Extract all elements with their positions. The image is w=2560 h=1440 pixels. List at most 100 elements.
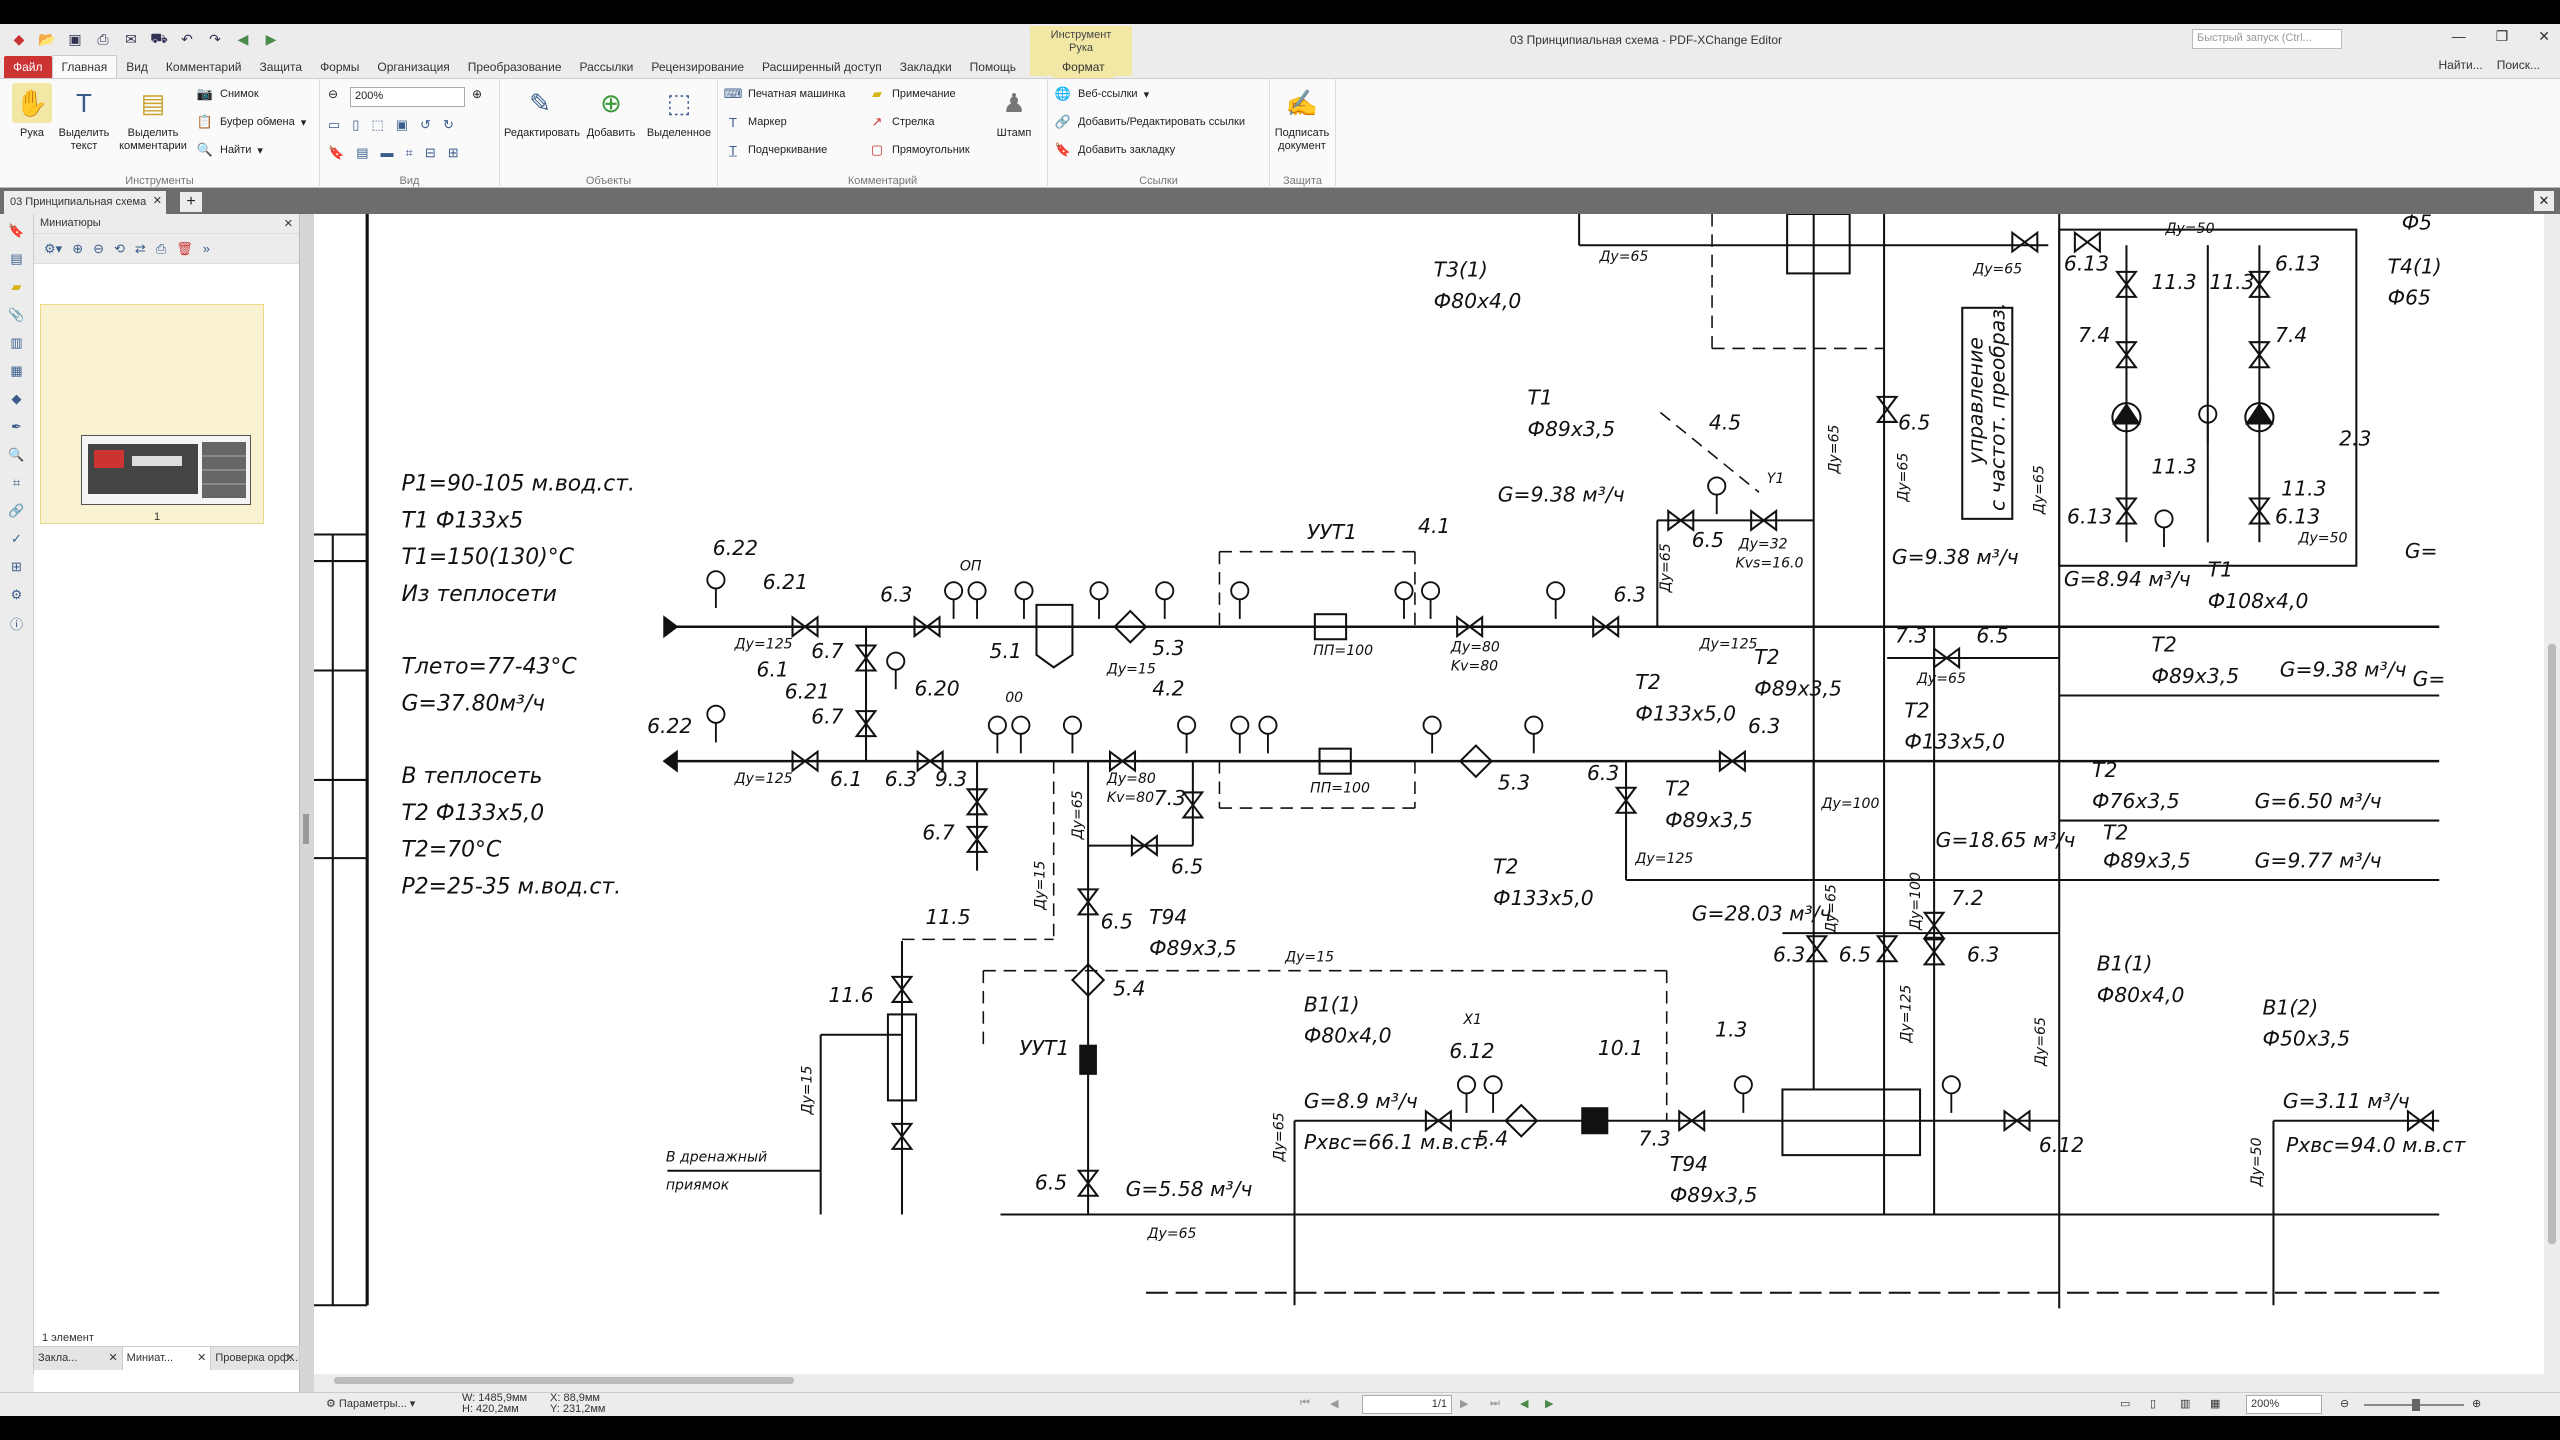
nav-back-icon[interactable]: ◀ (1520, 1397, 1528, 1410)
stamp-button[interactable]: ♟ Штамп (986, 83, 1042, 140)
forward-icon[interactable]: ▶ (260, 29, 282, 49)
parameters-button[interactable]: ⚙ Параметры... ▾ (326, 1397, 415, 1410)
tab-file[interactable]: Файл (4, 56, 52, 78)
tab-review[interactable]: Рецензирование (642, 56, 753, 78)
back-icon[interactable]: ◀ (232, 29, 254, 49)
search-button[interactable]: Поиск... (2497, 58, 2540, 72)
close-spellcheck-tab-icon[interactable]: ✕ (286, 1351, 295, 1364)
arrow-button[interactable]: ↗ Стрелка (868, 111, 935, 133)
tab-organize[interactable]: Организация (368, 56, 458, 78)
tab-help[interactable]: Помощь (961, 56, 1025, 78)
delete-page-icon[interactable]: 🗑 (176, 241, 193, 257)
thumbnails-pane-icon[interactable]: ▤ (6, 248, 28, 270)
quick-launch-input[interactable]: Быстрый запуск (Ctrl... (2192, 29, 2342, 49)
horizontal-scrollbar[interactable] (314, 1374, 2544, 1388)
new-tab-button[interactable]: + (180, 192, 202, 212)
horizontal-scroll-thumb[interactable] (334, 1377, 794, 1384)
facing-icon[interactable]: ▥ (2180, 1397, 2190, 1410)
tab-view[interactable]: Вид (117, 56, 157, 78)
open-icon[interactable]: 📂 (36, 29, 58, 49)
scan-icon[interactable]: ⛟ (148, 29, 170, 49)
zoom-in-thumb-icon[interactable]: ⊕ (72, 241, 83, 257)
document-canvas[interactable]: P1=90-105 м.вод.ст. T1 Ф133x5 T1=150(130)°… (314, 214, 2544, 1374)
select-comments-button[interactable]: ▤ Выделить комментарии (118, 83, 188, 153)
close-tab-icon[interactable]: ✕ (153, 194, 162, 207)
tab-bookmarks-panel[interactable]: Закла... ✕ (34, 1347, 123, 1370)
find-button[interactable]: Найти... (2438, 58, 2482, 72)
selected-button[interactable]: ⬚ Выделенное (644, 83, 714, 140)
hand-tool-button[interactable]: ✋ Рука (4, 83, 60, 140)
layers-pane-icon[interactable]: ◆ (6, 388, 28, 410)
zoom-slider-knob[interactable] (2412, 1399, 2420, 1411)
print-icon[interactable]: ⎙ (92, 29, 114, 49)
cover-icon[interactable]: ▦ (2210, 1397, 2220, 1410)
tab-comment[interactable]: Комментарий (157, 56, 251, 78)
comments-pane-icon[interactable]: ▰ (6, 276, 28, 298)
last-page-icon[interactable]: ⏭ (1490, 1397, 1500, 1410)
tags-pane-icon[interactable]: ⌗ (6, 472, 28, 494)
rotate-left-icon[interactable]: ↺ (420, 117, 431, 133)
edit-button[interactable]: ✎ Редактировать (504, 83, 580, 140)
add-button[interactable]: ⊕ Добавить (578, 83, 644, 140)
highlight-icon[interactable]: ▬ (380, 145, 393, 161)
single-page-icon[interactable]: ▭ (2120, 1397, 2130, 1410)
continuous-icon[interactable]: ▯ (2150, 1397, 2156, 1410)
next-page-icon[interactable]: ▶ (1460, 1397, 1468, 1410)
panel-splitter[interactable] (300, 214, 314, 1394)
properties-pane-icon[interactable]: ⚙ (6, 584, 28, 606)
snapshot-button[interactable]: 📷 Снимок (196, 83, 259, 105)
more-icon[interactable]: » (203, 241, 210, 256)
vertical-scroll-thumb[interactable] (2548, 644, 2556, 1244)
print-thumb-icon[interactable]: ⎙ (156, 241, 166, 257)
layout-icon[interactable]: ▤ (356, 145, 368, 161)
tab-format[interactable]: Формат (1053, 56, 1114, 78)
tab-bookmarks[interactable]: Закладки (891, 56, 961, 78)
web-links-button[interactable]: 🌐 Веб-ссылки ▾ (1054, 83, 1149, 105)
tab-spellcheck-panel[interactable]: Проверка орф... ✕ (211, 1347, 301, 1370)
actual-size-icon[interactable]: ▣ (396, 117, 408, 133)
replace-pages-icon[interactable]: ⇄ (135, 241, 146, 257)
vertical-scrollbar[interactable] (2544, 214, 2560, 1374)
grid-icon[interactable]: ⊞ (448, 145, 459, 161)
find-tool-button[interactable]: 🔍 Найти ▾ (196, 139, 263, 161)
links-pane-icon[interactable]: 🔗 (6, 500, 28, 522)
spellcheck-pane-icon[interactable]: ✓ (6, 528, 28, 550)
app-logo-icon[interactable]: ◆ (8, 29, 30, 49)
fit-page-icon[interactable]: ▯ (352, 117, 359, 133)
zoom-in-icon[interactable]: ⊕ (472, 87, 482, 101)
search-pane-icon[interactable]: 🔍 (6, 444, 28, 466)
tab-home[interactable]: Главная (51, 55, 118, 78)
select-text-button[interactable]: T Выделить текст (56, 83, 112, 153)
settings-icon[interactable]: ⚙▾ (44, 241, 62, 257)
close-icon[interactable]: ✕ (2538, 28, 2550, 45)
minimize-icon[interactable]: — (2452, 28, 2466, 45)
page-number-input[interactable]: 1/1 (1362, 1395, 1452, 1414)
note-button[interactable]: ▰ Примечание (868, 83, 956, 105)
status-zoom-select[interactable]: 200% (2246, 1395, 2322, 1414)
fit-width-icon[interactable]: ⬚ (371, 117, 383, 133)
zoom-slider[interactable] (2364, 1399, 2464, 1411)
tab-thumbnails-panel[interactable]: Миниат... ✕ (122, 1347, 212, 1370)
fields-pane-icon[interactable]: ▦ (6, 360, 28, 382)
tab-protect[interactable]: Защита (251, 56, 312, 78)
add-bookmark-button[interactable]: 🔖 Добавить закладку (1054, 139, 1175, 161)
first-page-icon[interactable]: ⏮ (1300, 1397, 1310, 1410)
status-zoom-out-icon[interactable]: ⊖ (2340, 1397, 2349, 1410)
bookmarks-pane-icon[interactable]: 🔖 (6, 220, 28, 242)
tab-forms[interactable]: Формы (311, 56, 368, 78)
page-icon[interactable]: ▭ (328, 117, 340, 133)
underline-button[interactable]: T̲ Подчеркивание (724, 139, 827, 161)
marker-button[interactable]: T Маркер (724, 111, 787, 133)
redo-icon[interactable]: ↷ (204, 29, 226, 49)
close-document-icon[interactable]: ✕ (2534, 191, 2554, 211)
split-icon[interactable]: ⊟ (425, 145, 436, 161)
tab-mailings[interactable]: Рассылки (571, 56, 643, 78)
email-icon[interactable]: ✉ (120, 29, 142, 49)
signatures-pane-icon[interactable]: ✒ (6, 416, 28, 438)
rectangle-button[interactable]: ▢ Прямоугольник (868, 139, 970, 161)
tab-share[interactable]: Расширенный доступ (753, 56, 891, 78)
prev-page-icon[interactable]: ◀ (1330, 1397, 1338, 1410)
info-pane-icon[interactable]: ⓘ (6, 612, 28, 634)
zoom-out-icon[interactable]: ⊖ (328, 87, 338, 101)
rotate-right-icon[interactable]: ↻ (443, 117, 454, 133)
